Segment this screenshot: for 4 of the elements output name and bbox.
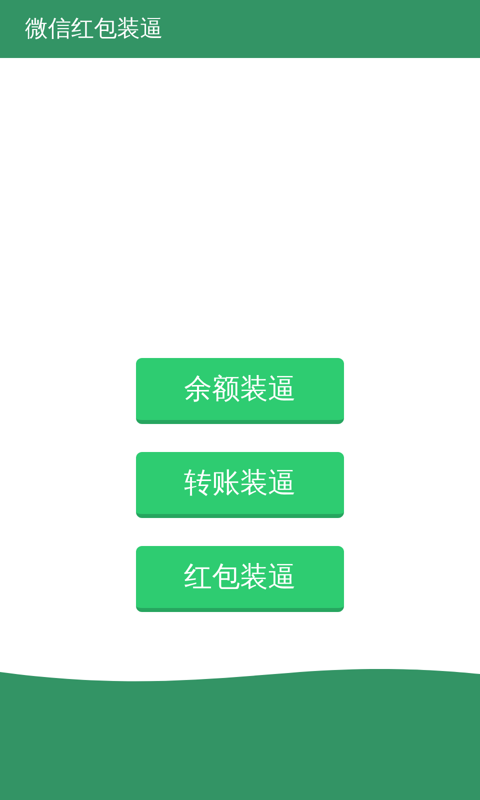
action-button[interactable]: 余额装逼 (136, 358, 344, 424)
app-title: 微信红包装逼 (25, 14, 163, 44)
action-button[interactable]: 红包装逼 (136, 546, 344, 612)
action-button[interactable]: 转账装逼 (136, 452, 344, 518)
